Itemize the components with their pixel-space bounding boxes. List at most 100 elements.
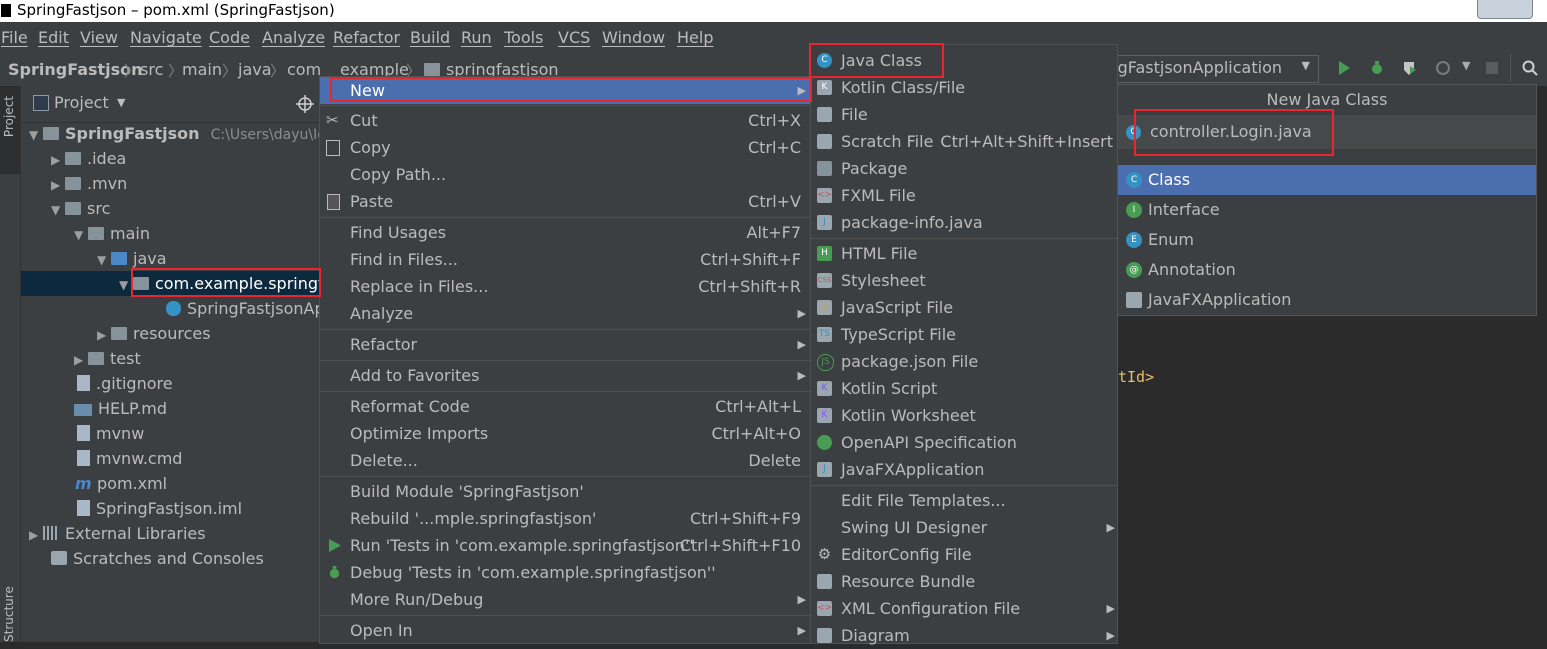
tree-item[interactable]: .gitignore [77, 371, 173, 396]
tree-item[interactable]: ▶ resources [97, 321, 211, 346]
submenu-item-xml-config[interactable]: <> XML Configuration File ▶ [811, 595, 1117, 622]
tree-item[interactable]: ▶ test [74, 346, 141, 371]
tree-item[interactable]: m pom.xml [75, 471, 167, 496]
tree-item[interactable]: ▼ main [74, 221, 150, 246]
submenu-item-scratch-file[interactable]: Scratch File Ctrl+Alt+Shift+Insert [811, 128, 1117, 155]
breadcrumb-src[interactable]: src [140, 60, 163, 79]
menu-item-refactor[interactable]: Refactor ▶ [320, 331, 811, 358]
submenu-item-fxml-file[interactable]: <> FXML File [811, 182, 1117, 209]
menu-run[interactable]: Run [461, 28, 492, 47]
submenu-item-kotlin-worksheet[interactable]: K Kotlin Worksheet [811, 402, 1117, 429]
submenu-item-label: Kotlin Worksheet [841, 406, 976, 425]
menu-view[interactable]: View [80, 28, 118, 47]
menu-item-build-module[interactable]: Build Module 'SpringFastjson' [320, 478, 811, 505]
submenu-item-javafx[interactable]: J JavaFXApplication [811, 456, 1117, 483]
tree-item[interactable]: Scratches and Consoles [51, 546, 264, 571]
menu-item-more-run-debug[interactable]: More Run/Debug ▶ [320, 586, 811, 613]
submenu-item-package[interactable]: Package [811, 155, 1117, 182]
stop-icon[interactable] [1484, 60, 1500, 76]
tree-item-selected[interactable]: ▼ com.example.springf [119, 271, 324, 296]
menu-item-analyze[interactable]: Analyze ▶ [320, 300, 811, 327]
breadcrumb-main[interactable]: main [182, 60, 222, 79]
tree-item[interactable]: SpringFastjsonAp [166, 296, 325, 321]
menu-item-find-in-files[interactable]: Find in Files... Ctrl+Shift+F [320, 246, 811, 273]
menu-build[interactable]: Build [410, 28, 450, 47]
menu-file[interactable]: File [1, 28, 28, 47]
menu-edit[interactable]: Edit [38, 28, 69, 47]
menu-item-reformat-code[interactable]: Reformat Code Ctrl+Alt+L [320, 393, 811, 420]
locate-icon[interactable] [296, 95, 314, 113]
chevron-down-icon[interactable]: ▼ [117, 96, 125, 109]
submenu-item-edit-templates[interactable]: Edit File Templates... [811, 487, 1117, 514]
submenu-item-resource-bundle[interactable]: Resource Bundle [811, 568, 1117, 595]
breadcrumb-project[interactable]: SpringFastjson [8, 60, 143, 79]
debug-icon[interactable] [1369, 60, 1385, 76]
submenu-item-diagram[interactable]: Diagram ▶ [811, 622, 1117, 649]
tree-item[interactable]: ▶ .mvn [51, 171, 127, 196]
breadcrumb-com[interactable]: com [287, 60, 321, 79]
submenu-item-file[interactable]: File [811, 101, 1117, 128]
project-tool-tab[interactable]: Project [0, 86, 20, 174]
menu-item-debug-tests[interactable]: Debug 'Tests in 'com.example.springfastj… [320, 559, 811, 586]
menu-item-run-tests[interactable]: Run 'Tests in 'com.example.springfastjso… [320, 532, 811, 559]
class-name-input[interactable]: C controller.Login.java [1118, 115, 1536, 149]
kind-option-annotation[interactable]: @ Annotation [1118, 255, 1536, 285]
tree-item[interactable]: mvnw.cmd [77, 446, 182, 471]
menu-item-new[interactable]: New ▶ [320, 77, 811, 104]
kind-option-interface[interactable]: I Interface [1118, 195, 1536, 225]
structure-tab-label[interactable]: Structure [2, 582, 16, 642]
tree-item[interactable]: ▶ External Libraries [29, 521, 206, 546]
tree-item[interactable]: ▼ src [51, 196, 110, 221]
window-controls[interactable] [1477, 0, 1533, 19]
submenu-item-java-class[interactable]: C Java Class [811, 47, 1117, 74]
menu-window[interactable]: Window [602, 28, 665, 47]
menu-item-copy-path[interactable]: Copy Path... [320, 161, 811, 188]
coverage-icon[interactable] [1402, 60, 1418, 76]
menu-item-cut[interactable]: ✂ Cut Ctrl+X [320, 107, 811, 134]
submenu-item-package-info[interactable]: Jpackage-info.java [811, 209, 1117, 236]
divider [320, 360, 811, 361]
submenu-item-kotlin-script[interactable]: K Kotlin Script [811, 375, 1117, 402]
menu-item-optimize-imports[interactable]: Optimize Imports Ctrl+Alt+O [320, 420, 811, 447]
dropdown-arrow-icon[interactable]: ▼ [1462, 59, 1470, 72]
submenu-item-editorconfig[interactable]: ⚙ EditorConfig File [811, 541, 1117, 568]
menu-item-add-to-favorites[interactable]: Add to Favorites ▶ [320, 362, 811, 389]
run-configuration-select[interactable]: SpringFastjsonApplication ▼ [1112, 55, 1319, 83]
menu-tools[interactable]: Tools [504, 28, 543, 47]
menu-refactor[interactable]: Refactor [333, 28, 400, 47]
submenu-item-swing-designer[interactable]: Swing UI Designer ▶ [811, 514, 1117, 541]
menu-item-find-usages[interactable]: Find Usages Alt+F7 [320, 219, 811, 246]
kind-option-javafx[interactable]: JavaFXApplication [1118, 285, 1536, 315]
run-icon[interactable] [1336, 60, 1352, 76]
menu-vcs[interactable]: VCS [558, 28, 590, 47]
submenu-item-package-json[interactable]: JS package.json File [811, 348, 1117, 375]
menu-item-copy[interactable]: Copy Ctrl+C [320, 134, 811, 161]
breadcrumb-java[interactable]: java [238, 60, 272, 79]
submenu-item-stylesheet[interactable]: CSS Stylesheet [811, 267, 1117, 294]
menu-item-open-in[interactable]: Open In ▶ [320, 617, 811, 644]
submenu-item-kotlin-class[interactable]: K Kotlin Class/File [811, 74, 1117, 101]
menu-help[interactable]: Help [677, 28, 713, 47]
kind-option-class[interactable]: C Class [1118, 165, 1536, 195]
menu-item-delete[interactable]: Delete... Delete [320, 447, 811, 474]
menu-item-paste[interactable]: Paste Ctrl+V [320, 188, 811, 215]
menu-navigate[interactable]: Navigate [130, 28, 202, 47]
tree-item[interactable]: SpringFastjson.iml [77, 496, 242, 521]
search-icon[interactable] [1522, 60, 1538, 76]
submenu-item-javascript-file[interactable]: JS JavaScript File [811, 294, 1117, 321]
kind-option-enum[interactable]: E Enum [1118, 225, 1536, 255]
tree-item[interactable]: mvnw [77, 421, 144, 446]
menu-item-rebuild[interactable]: Rebuild '...mple.springfastjson' Ctrl+Shi… [320, 505, 811, 532]
tree-item[interactable]: ▶ .idea [51, 146, 126, 171]
submenu-item-html-file[interactable]: H HTML File [811, 240, 1117, 267]
menu-code[interactable]: Code [209, 28, 250, 47]
tree-item[interactable]: ▼ java [97, 246, 167, 271]
menu-analyze[interactable]: Analyze [262, 28, 325, 47]
tree-item[interactable]: HELP.md [74, 396, 167, 421]
submenu-item-openapi[interactable]: OpenAPI Specification [811, 429, 1117, 456]
menu-item-replace-in-files[interactable]: Replace in Files... Ctrl+Shift+R [320, 273, 811, 300]
profile-icon[interactable] [1435, 60, 1451, 76]
tree-root[interactable]: ▼ SpringFastjson C:\Users\dayu\Ide [29, 121, 335, 146]
submenu-item-typescript-file[interactable]: TS TypeScript File [811, 321, 1117, 348]
project-panel-title[interactable]: Project [54, 93, 109, 112]
